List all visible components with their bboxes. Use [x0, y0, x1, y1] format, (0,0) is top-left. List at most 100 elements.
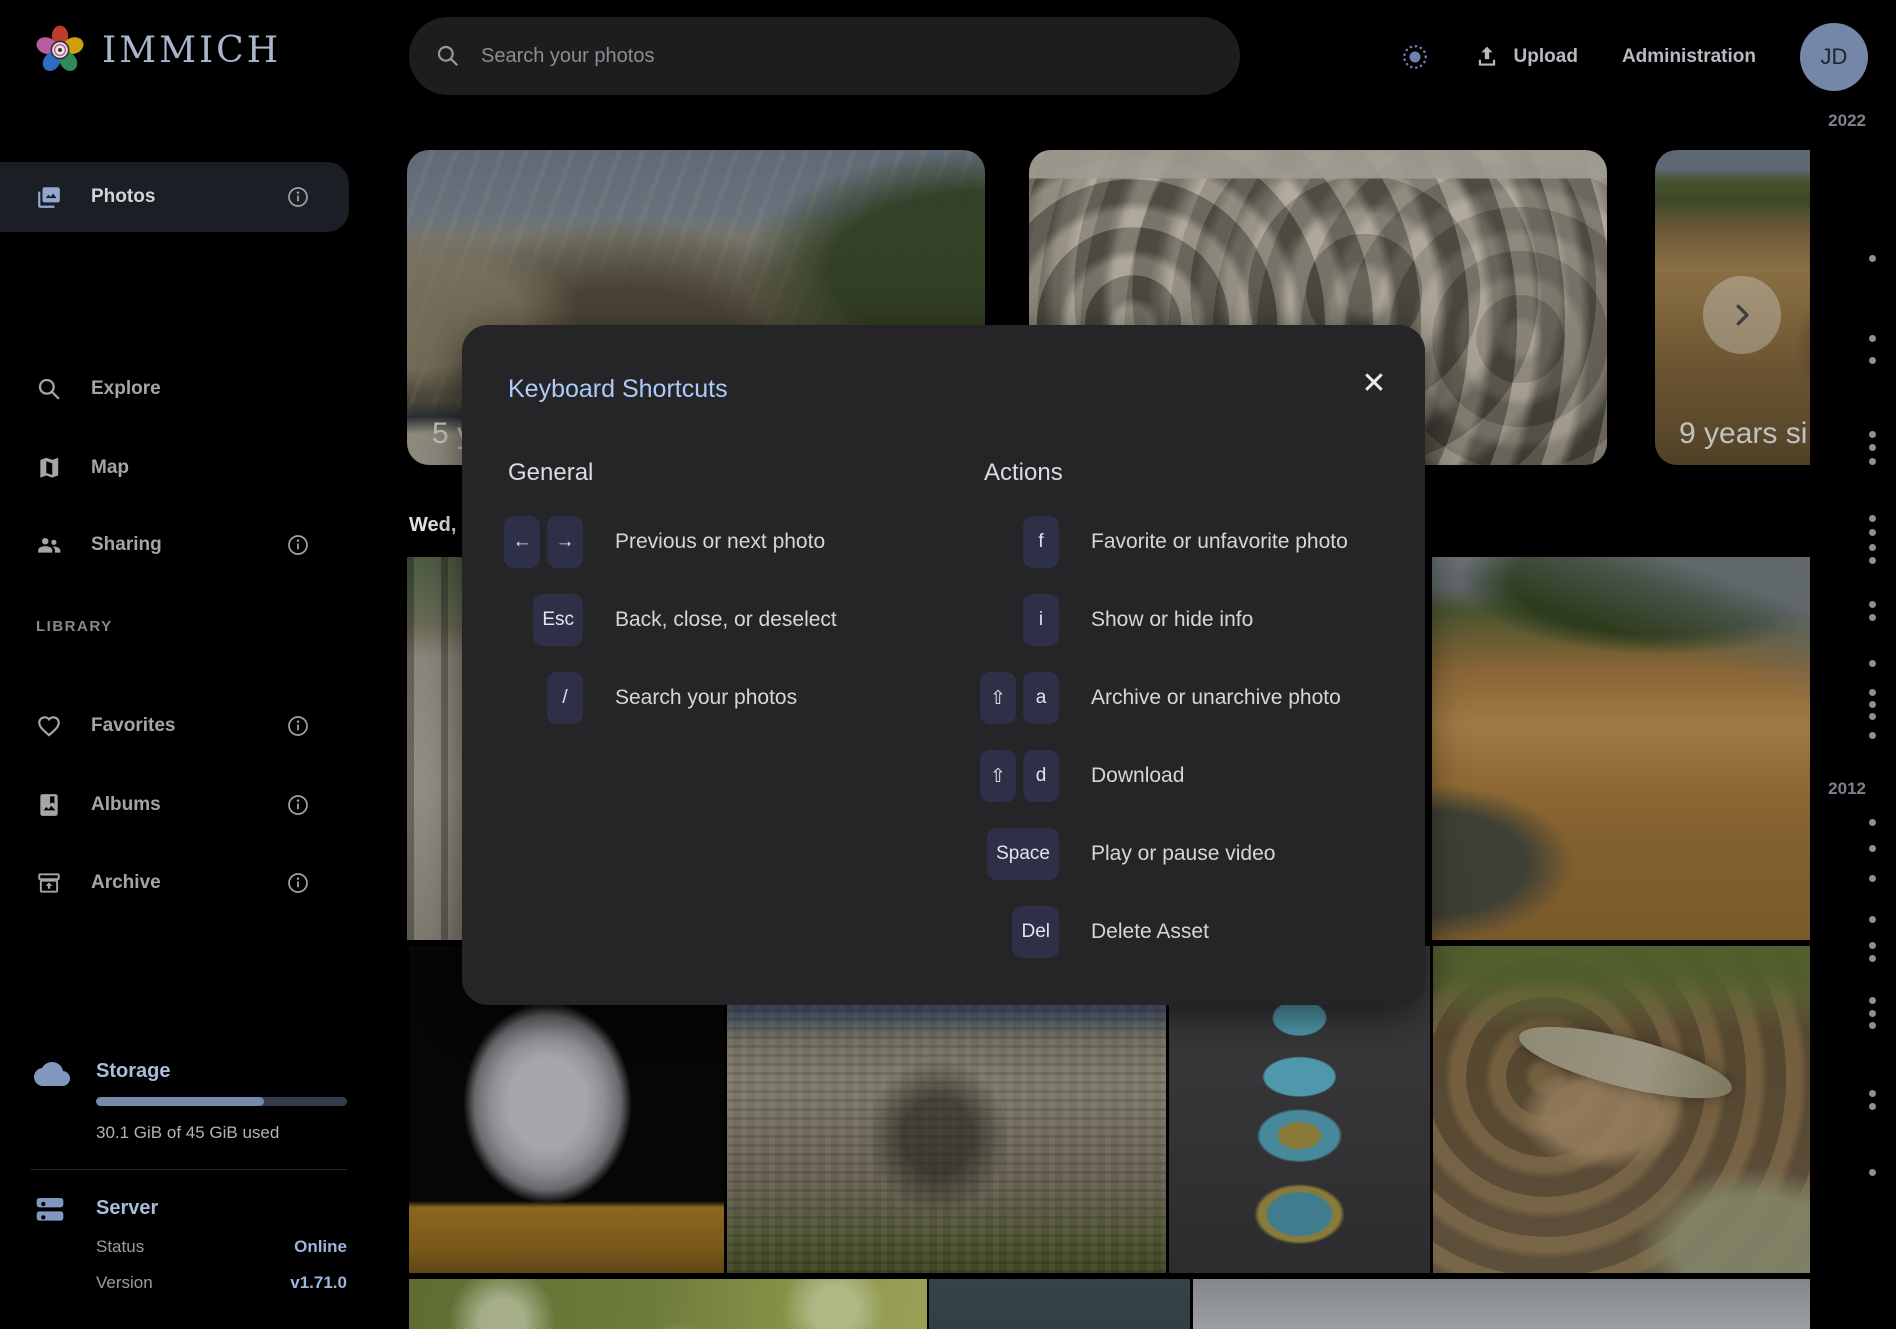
immich-logo[interactable]: IMMICH: [34, 24, 281, 76]
shortcut-row: / Search your photos: [508, 659, 948, 737]
lizard-figure: [1513, 1012, 1737, 1112]
server-version-label: Version: [96, 1273, 153, 1293]
scrubber-year-mid: 2012: [1828, 779, 1866, 799]
sidebar-item-label: Photos: [91, 186, 155, 208]
photo-thumbnail[interactable]: [409, 1279, 927, 1329]
upload-button[interactable]: Upload: [1474, 44, 1578, 70]
photos-icon: [36, 184, 62, 210]
upload-label: Upload: [1514, 46, 1578, 68]
user-avatar[interactable]: JD: [1800, 23, 1868, 91]
sidebar-item-photos[interactable]: Photos: [0, 162, 349, 232]
search-bar[interactable]: [409, 17, 1240, 95]
scrubber-year-top: 2022: [1828, 111, 1866, 131]
scrubber-dot: [1869, 557, 1876, 564]
sidebar: Photos Explore Map Sh: [0, 113, 362, 1329]
sidebar-item-explore[interactable]: Explore: [0, 354, 349, 424]
shortcut-row: i Show or hide info: [984, 581, 1404, 659]
scrubber-dot: [1869, 1103, 1876, 1110]
theme-toggle-button[interactable]: [1400, 42, 1430, 72]
scrubber-dot: [1869, 357, 1876, 364]
storage-progress-fill: [96, 1097, 264, 1106]
key-i: i: [1023, 594, 1059, 646]
explore-search-icon: [36, 376, 62, 402]
scrubber-dot: [1869, 458, 1876, 465]
key-d: d: [1023, 750, 1059, 802]
storage-title: Storage: [96, 1060, 170, 1083]
shortcut-description: Favorite or unfavorite photo: [1091, 530, 1348, 554]
key-arrow-left: ←: [504, 516, 540, 568]
photo-thumbnail[interactable]: [1433, 946, 1810, 1273]
archive-icon: [36, 870, 62, 896]
close-icon: ✕: [1361, 366, 1386, 401]
timeline-scrubber[interactable]: [1810, 0, 1896, 1329]
shortcut-description: Back, close, or deselect: [615, 608, 837, 632]
heart-icon: [36, 713, 62, 739]
storage-usage-text: 30.1 GiB of 45 GiB used: [96, 1123, 279, 1143]
scrubber-dot: [1869, 444, 1876, 451]
scrubber-dot: [1869, 997, 1876, 1004]
scrubber-dot: [1869, 955, 1876, 962]
info-icon[interactable]: [286, 533, 310, 557]
key-shift: ⇧: [980, 672, 1016, 724]
immich-flower-icon: [34, 24, 86, 76]
administration-label: Administration: [1622, 46, 1756, 68]
sidebar-item-archive[interactable]: Archive: [0, 848, 349, 918]
scrubber-dot: [1869, 942, 1876, 949]
memory-card-canyon[interactable]: 9 years si: [1655, 150, 1810, 465]
server-status-label: Status: [96, 1237, 144, 1257]
administration-link[interactable]: Administration: [1622, 46, 1756, 68]
shortcut-row: ⇧ a Archive or unarchive photo: [984, 659, 1404, 737]
sidebar-item-map[interactable]: Map: [0, 433, 349, 503]
photo-thumbnail[interactable]: [1193, 1279, 1810, 1329]
avatar-initials: JD: [1821, 44, 1848, 70]
info-icon[interactable]: [286, 714, 310, 738]
shortcut-description: Previous or next photo: [615, 530, 825, 554]
photo-thumbnail[interactable]: [929, 1279, 1190, 1329]
server-icon: [34, 1194, 66, 1226]
server-version-value: v1.71.0: [290, 1273, 347, 1293]
shortcut-row: Space Play or pause video: [984, 815, 1404, 893]
key-shift: ⇧: [980, 750, 1016, 802]
photo-thumbnail[interactable]: [1432, 557, 1810, 940]
modal-title: Keyboard Shortcuts: [508, 375, 728, 404]
shortcut-description: Play or pause video: [1091, 842, 1275, 866]
scrubber-dot: [1869, 1022, 1876, 1029]
scrubber-dot: [1869, 1169, 1876, 1176]
shortcut-row: f Favorite or unfavorite photo: [984, 503, 1404, 581]
scrubber-dot: [1869, 689, 1876, 696]
shortcut-row: ← → Previous or next photo: [508, 503, 948, 581]
shortcut-description: Show or hide info: [1091, 608, 1253, 632]
scrubber-dot: [1869, 701, 1876, 708]
close-button[interactable]: ✕: [1348, 357, 1400, 409]
sidebar-item-sharing[interactable]: Sharing: [0, 510, 349, 580]
sidebar-item-albums[interactable]: Albums: [0, 770, 349, 840]
key-f: f: [1023, 516, 1059, 568]
sidebar-item-label: Archive: [91, 872, 161, 894]
key-del: Del: [1012, 906, 1059, 958]
info-icon[interactable]: [286, 793, 310, 817]
key-space: Space: [987, 828, 1059, 880]
key-esc: Esc: [533, 594, 583, 646]
key-slash: /: [547, 672, 583, 724]
upload-icon: [1474, 44, 1500, 70]
scrubber-dot: [1869, 819, 1876, 826]
info-icon[interactable]: [286, 871, 310, 895]
scrubber-dot: [1869, 845, 1876, 852]
actions-header: Actions: [984, 459, 1404, 487]
storage-progress-bar: [96, 1097, 347, 1106]
sidebar-divider: [30, 1169, 347, 1170]
sidebar-item-label: Sharing: [91, 534, 162, 556]
people-icon: [36, 532, 62, 558]
server-status-value: Online: [294, 1237, 347, 1257]
scrubber-dot: [1869, 431, 1876, 438]
scrubber-dot: [1869, 713, 1876, 720]
key-arrow-right: →: [547, 516, 583, 568]
memory-next-button[interactable]: [1703, 276, 1781, 354]
sidebar-item-favorites[interactable]: Favorites: [0, 691, 349, 761]
search-input[interactable]: [479, 44, 1214, 69]
shortcut-description: Archive or unarchive photo: [1091, 686, 1341, 710]
server-title: Server: [96, 1197, 158, 1220]
info-icon[interactable]: [286, 185, 310, 209]
scrubber-dot: [1869, 875, 1876, 882]
library-section-header: LIBRARY: [36, 618, 113, 635]
